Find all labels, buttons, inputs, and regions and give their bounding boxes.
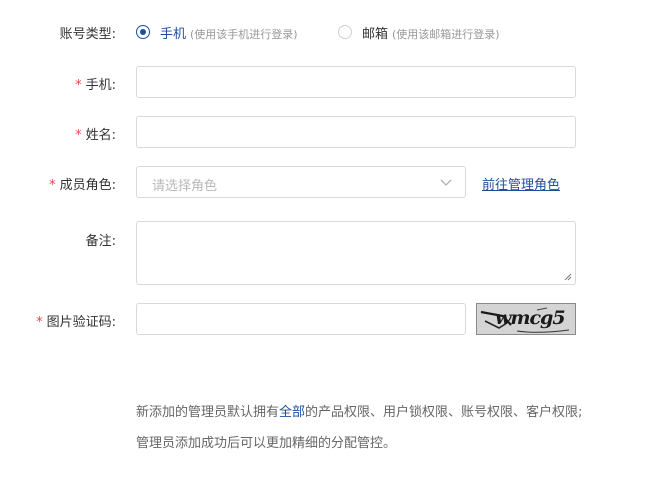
manage-roles-link[interactable]: 前往管理角色 [482,174,560,193]
remark-field[interactable] [136,221,576,285]
name-label: * 姓名: [75,128,116,143]
note-highlight: 全部 [279,405,306,420]
name-input[interactable] [137,117,575,147]
account-type-row: 账号类型: 手机 (使用该手机进行登录) 邮箱 (使用该邮箱进行登录) [0,22,669,42]
role-select-placeholder: 请选择角色 [152,179,218,194]
phone-label: * 手机: [75,78,116,93]
remark-textarea[interactable] [137,222,575,284]
name-field[interactable] [136,116,576,148]
resize-grip-icon[interactable] [564,273,572,281]
required-mark: * [36,315,43,330]
role-row: * 成员角色: 请选择角色 前往管理角色 [0,166,669,198]
remark-label: 备注: [85,234,116,249]
captcha-text: wmcg5 [495,307,566,329]
radio-phone-icon[interactable] [136,25,150,39]
radio-option-email[interactable]: 邮箱 (使用该邮箱进行登录) [338,22,528,42]
required-mark: * [75,78,82,93]
note-line-2: 管理员添加成功后可以更加精细的分配管控。 [136,436,397,451]
account-type-label: 账号类型: [59,27,116,42]
remark-row: 备注: [0,221,669,285]
required-mark: * [49,178,56,193]
note-line-1: 新添加的管理员默认拥有全部的产品权限、用户锁权限、账号权限、客户权限; [136,405,583,420]
radio-email-hint: (使用该邮箱进行登录) [392,28,500,41]
role-label: * 成员角色: [49,178,116,193]
radio-phone-label: 手机 [160,27,187,42]
phone-input[interactable] [137,67,575,97]
phone-field[interactable] [136,66,576,98]
chevron-down-icon [440,179,452,186]
captcha-label: * 图片验证码: [36,315,116,330]
radio-email-icon[interactable] [338,25,352,39]
radio-email-label: 邮箱 [362,27,389,42]
phone-row: * 手机: [0,66,669,98]
radio-option-phone[interactable]: 手机 (使用该手机进行登录) [136,22,326,42]
captcha-input[interactable] [137,304,465,334]
captcha-field[interactable] [136,303,466,335]
role-select[interactable]: 请选择角色 [136,166,466,198]
required-mark: * [75,128,82,143]
captcha-image[interactable]: wmcg5 [476,303,576,335]
radio-phone-hint: (使用该手机进行登录) [190,28,298,41]
name-row: * 姓名: [0,116,669,148]
